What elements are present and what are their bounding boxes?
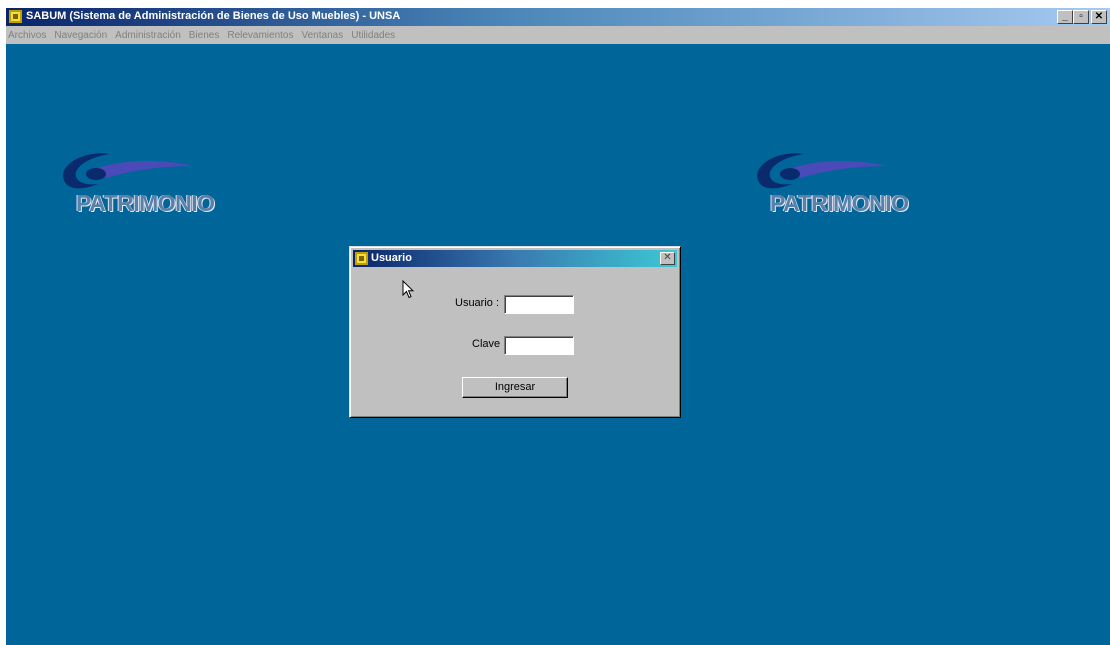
menu-utilidades[interactable]: Utilidades bbox=[347, 30, 399, 41]
window-controls: _ ▫ ✕ bbox=[1057, 10, 1107, 24]
menu-administracion[interactable]: Administración bbox=[111, 30, 185, 41]
patrimonio-swoosh-icon bbox=[757, 153, 887, 189]
login-dialog: Usuario ✕ Usuario : Clave : Ingresar bbox=[349, 246, 681, 418]
ingresar-button[interactable]: Ingresar bbox=[462, 377, 568, 398]
title-bar[interactable]: SABUM (Sistema de Administración de Bien… bbox=[6, 8, 1110, 26]
patrimonio-swoosh-icon bbox=[63, 153, 193, 189]
minimize-button[interactable]: _ bbox=[1057, 10, 1073, 24]
close-button[interactable]: ✕ bbox=[1091, 10, 1107, 24]
usuario-label: Usuario : bbox=[455, 297, 500, 309]
app-icon bbox=[9, 10, 22, 23]
maximize-button[interactable]: ▫ bbox=[1073, 10, 1089, 24]
patrimonio-logo-text: PATRIMONIO bbox=[76, 190, 215, 216]
menu-navegacion[interactable]: Navegación bbox=[50, 30, 111, 41]
clave-input[interactable] bbox=[504, 336, 574, 355]
patrimonio-logo-text: PATRIMONIO bbox=[770, 190, 909, 216]
menu-bar: Archivos Navegación Administración Biene… bbox=[6, 26, 1110, 44]
dialog-title: Usuario bbox=[371, 252, 412, 264]
dialog-close-button[interactable]: ✕ bbox=[660, 252, 675, 265]
menu-archivos[interactable]: Archivos bbox=[6, 30, 50, 41]
window-title: SABUM (Sistema de Administración de Bien… bbox=[26, 10, 401, 22]
clave-label: Clave : bbox=[472, 338, 507, 350]
dialog-title-bar[interactable]: Usuario ✕ bbox=[353, 250, 677, 267]
menu-ventanas[interactable]: Ventanas bbox=[298, 30, 348, 41]
usuario-input[interactable] bbox=[504, 295, 574, 314]
menu-relevamientos[interactable]: Relevamientos bbox=[223, 30, 297, 41]
mouse-pointer-icon bbox=[402, 280, 414, 299]
menu-bienes[interactable]: Bienes bbox=[185, 30, 224, 41]
patrimonio-logo-right: PATRIMONIO bbox=[752, 150, 952, 230]
patrimonio-logo-left: PATRIMONIO bbox=[58, 150, 258, 230]
app-icon bbox=[355, 252, 368, 265]
